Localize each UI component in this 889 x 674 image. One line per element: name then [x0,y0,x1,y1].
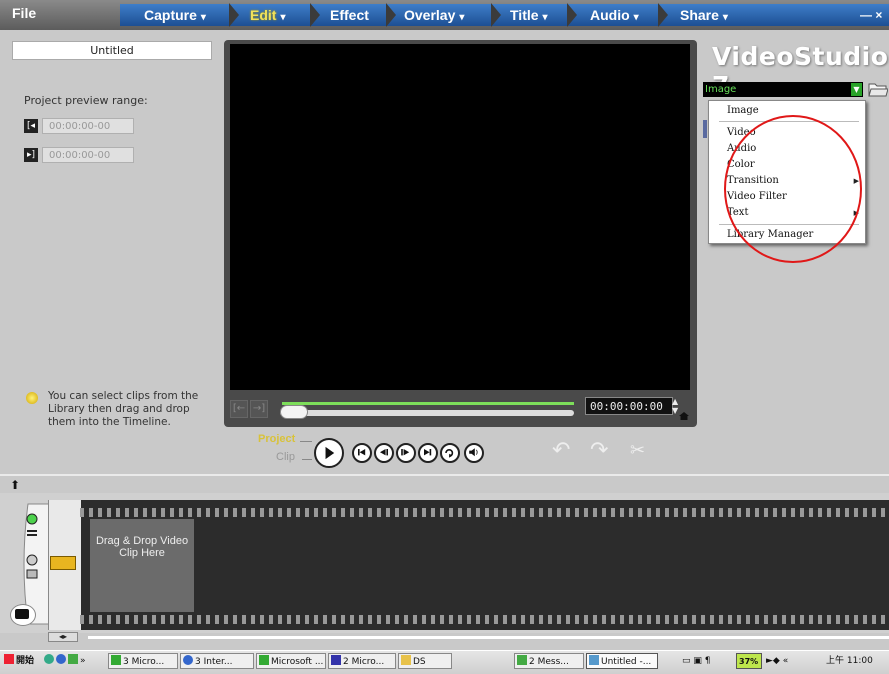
zoom-arrows-icon[interactable]: ◂▸ [48,632,78,642]
speaker-icon [469,448,478,457]
tab-overlay[interactable]: Overlay ▾ [394,4,464,26]
tab-capture[interactable]: Capture ▾ [134,4,206,26]
taskbar-item[interactable]: Microsoft ... [256,653,326,669]
mark-out-button[interactable]: ▸] [24,148,38,162]
play-icon [325,446,335,460]
tab-edit[interactable]: Edit ▾ [240,4,285,26]
videostudio-icon [589,655,599,665]
scrub-handle[interactable] [280,405,308,419]
excel-icon [111,655,121,665]
project-mode-label[interactable]: Project [258,433,295,445]
word-icon [331,655,341,665]
taskbar-item[interactable]: 3 Inter... [180,653,254,669]
window-controls[interactable]: — × [850,4,882,26]
next-frame-button[interactable] [396,443,416,463]
library-thumb-strip [703,120,707,138]
folder-icon [401,655,411,665]
library-selector[interactable]: Image [703,82,863,97]
film-icon [15,609,29,619]
timecode-display[interactable]: 00:00:00:00 [585,397,673,415]
film-perforation-top [80,508,888,517]
trim-start-button[interactable]: [← [230,400,248,418]
mode-connector [302,459,312,460]
arrow-up-icon[interactable]: ⬆ [10,478,20,492]
file-menu[interactable]: File [2,2,36,24]
range-end-field[interactable]: 00:00:00-00 [42,147,134,163]
tray-network-icon[interactable]: ►◆ « [764,653,804,669]
browser-icon [44,654,54,664]
app-icon [68,654,78,664]
tip-text: You can select clips from the Library th… [48,390,199,428]
lightbulb-icon [26,392,38,404]
repeat-button[interactable] [440,443,460,463]
step-back-icon [380,449,388,456]
tray-battery[interactable]: 37% [736,653,762,669]
film-perforation-bottom [80,615,888,624]
go-to-end-button[interactable] [418,443,438,463]
mode-connector [300,441,312,442]
preview-range-label: Project preview range: [24,94,148,107]
step-forward-icon [401,449,410,456]
volume-button[interactable] [464,443,484,463]
tab-audio[interactable]: Audio ▾ [580,4,639,26]
chevron-down-icon[interactable]: ▼ [851,83,862,96]
folder-open-icon[interactable] [868,80,888,98]
go-to-start-button[interactable] [352,443,372,463]
ie-icon [183,655,193,665]
excel-icon [259,655,269,665]
trim-range-bar [282,402,574,405]
range-start-field[interactable]: 00:00:00-00 [42,118,134,134]
start-button[interactable]: 開始 [2,653,38,669]
menu-item-image[interactable]: Image [727,105,759,116]
taskbar-item[interactable]: 3 Micro... [108,653,178,669]
scrub-track[interactable] [280,410,574,416]
home-icon[interactable] [679,412,689,420]
clip-mode-label[interactable]: Clip [276,451,295,463]
video-track-icon [50,556,76,570]
repeat-icon [445,449,454,458]
previous-frame-button[interactable] [374,443,394,463]
undo-icon[interactable]: ↶ [552,438,570,463]
main-menu-bar: File Capture ▾ Edit ▾ Effect Overlay ▾ Titl… [0,0,889,30]
messenger-icon [517,655,527,665]
skip-end-icon [424,449,432,456]
mark-in-button[interactable]: [◂ [24,119,38,133]
trim-end-button[interactable]: →] [250,400,268,418]
taskbar-item[interactable]: 2 Mess... [514,653,584,669]
drop-zone[interactable]: Drag & Drop Video Clip Here [90,519,194,612]
taskbar-item[interactable]: DS [398,653,452,669]
trim-controls: [← →] [230,400,270,418]
play-button[interactable] [314,438,344,468]
preview-screen [230,44,690,390]
skip-start-icon [358,449,366,456]
tab-separator [567,3,577,27]
annotation-circle [724,115,862,263]
taskbar-item[interactable]: 2 Micro... [328,653,396,669]
taskbar-item-active[interactable]: Untitled -... [586,653,658,669]
panel-divider[interactable] [0,474,889,476]
ie-icon [56,654,66,664]
range-end-row: ▸] 00:00:00-00 [24,147,136,165]
tab-effect[interactable]: Effect [320,4,373,26]
tray-icons[interactable]: ▭ ▣ ¶ [680,653,720,669]
timeline-scrollbar[interactable] [88,636,889,639]
split-clip-icon[interactable]: ✂ [630,440,645,461]
project-title-field[interactable]: Untitled [12,41,212,60]
clock: 上午 11:00 [826,656,873,666]
tab-separator [229,3,239,27]
quick-launch[interactable]: » [42,653,102,669]
tab-share[interactable]: Share ▾ [670,4,728,26]
redo-icon[interactable]: ↷ [590,438,608,463]
windows-logo-icon [4,654,14,664]
tab-title[interactable]: Title ▾ [500,4,548,26]
tab-separator [310,3,320,27]
tab-separator [658,3,668,27]
range-start-row: [◂ 00:00:00-00 [24,118,136,136]
